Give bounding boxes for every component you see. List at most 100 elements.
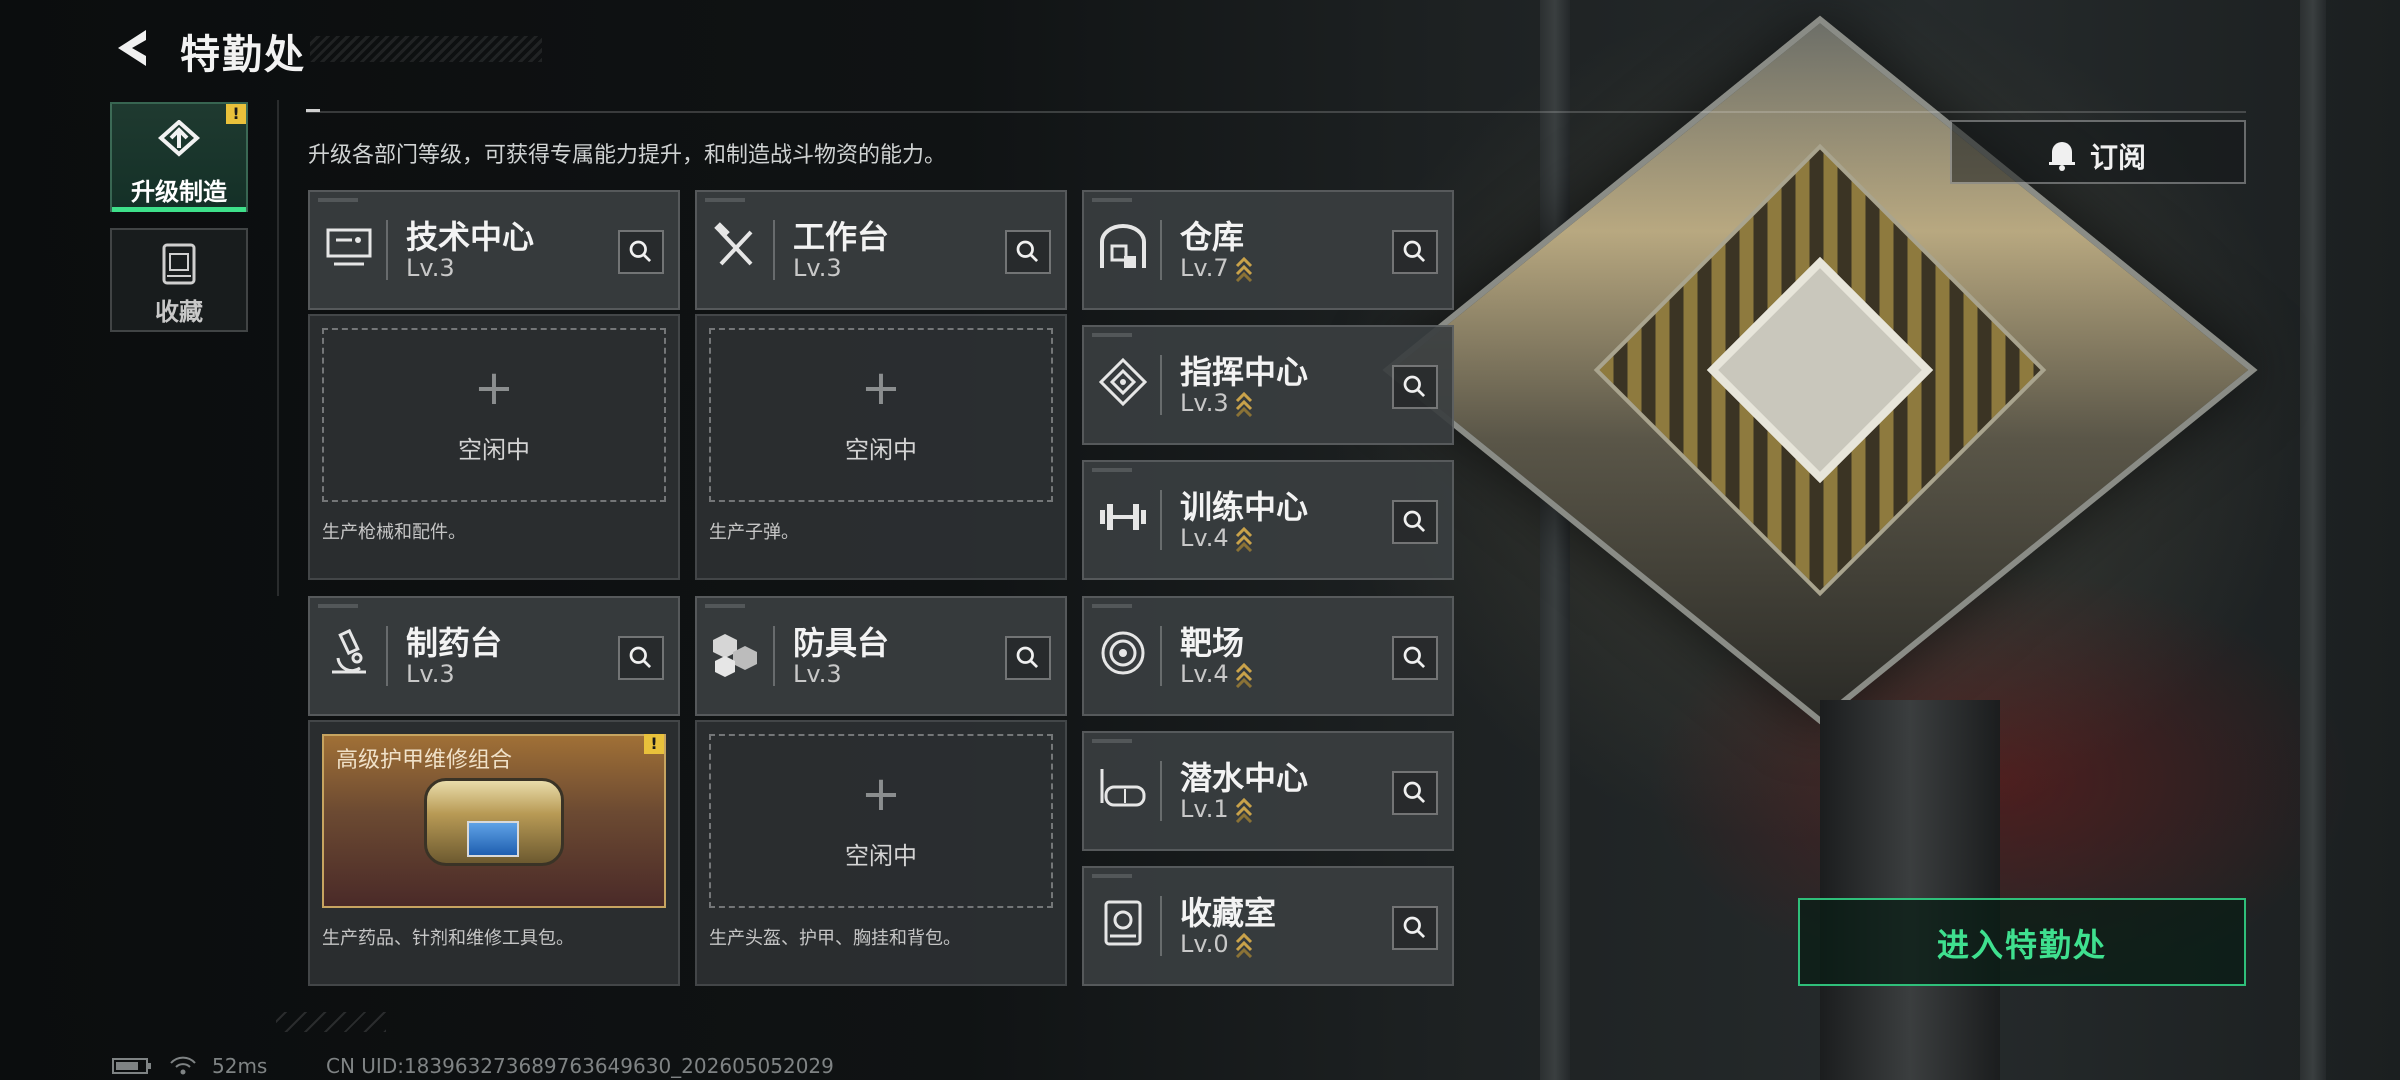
slot-status: 空闲中 — [458, 436, 530, 464]
warning-badge: ! — [644, 734, 664, 754]
title-decoration — [310, 36, 542, 62]
plus-icon: + — [473, 360, 515, 416]
card-decoration — [1092, 468, 1132, 472]
search-icon[interactable] — [1392, 500, 1438, 544]
warehouse-icon — [1100, 224, 1146, 268]
card-separator — [386, 626, 388, 686]
enter-button-label: 进入特勤处 — [1936, 926, 2107, 964]
bag-panel — [467, 821, 519, 857]
dept-level-text: Lv.3 — [1180, 389, 1229, 417]
dept-level-text: Lv.7 — [1180, 254, 1229, 282]
card-decoration — [705, 198, 745, 202]
search-icon[interactable] — [1392, 636, 1438, 680]
card-separator — [386, 220, 388, 280]
tab-label: 收藏 — [155, 298, 203, 326]
enter-special-ops-button[interactable]: 进入特勤处 — [1798, 898, 2246, 986]
dept-card-command-center[interactable]: 指挥中心 Lv.3 — [1082, 325, 1454, 445]
dept-card-armor-bench[interactable]: 防具台 Lv.3 — [695, 596, 1067, 716]
sidebar-divider — [277, 100, 279, 596]
search-icon[interactable] — [1392, 771, 1438, 815]
production-slot-tech-center[interactable]: + 空闲中 生产枪械和配件。 — [308, 314, 680, 580]
dept-name: 仓库 — [1180, 218, 1245, 256]
dept-card-diving-center[interactable]: 潜水中心 Lv.1 — [1082, 731, 1454, 851]
dept-level-text: Lv.0 — [1180, 930, 1229, 958]
dept-card-training-center[interactable]: 训练中心 Lv.4 — [1082, 460, 1454, 580]
search-icon[interactable] — [618, 230, 664, 274]
warning-badge: ! — [226, 104, 246, 124]
dept-name: 指挥中心 — [1180, 353, 1309, 391]
microscope-icon — [332, 628, 366, 674]
production-slot-workbench[interactable]: + 空闲中 生产子弹。 — [695, 314, 1067, 580]
card-decoration — [318, 198, 358, 202]
upgrade-craft-icon — [157, 120, 201, 157]
collection-cabinet-icon — [1104, 900, 1142, 946]
dept-level: Lv.3 — [406, 254, 455, 282]
search-icon[interactable] — [1392, 906, 1438, 950]
plus-icon: + — [860, 360, 902, 416]
tab-collection[interactable]: 收藏 — [110, 228, 248, 332]
card-decoration — [1092, 604, 1132, 608]
crafting-item-card[interactable]: 高级护甲维修组合 ! — [322, 734, 666, 908]
plus-icon: + — [860, 766, 902, 822]
production-slot-pharmacy[interactable]: 高级护甲维修组合 ! 生产药品、针剂和维修工具包。 — [308, 720, 680, 986]
dept-level: Lv.4 — [1180, 660, 1253, 688]
divider — [306, 111, 2246, 113]
dept-level-text: Lv.1 — [1180, 795, 1229, 823]
dept-level: Lv.3 — [406, 660, 455, 688]
upgrade-available-icon — [1235, 526, 1252, 552]
dumbbell-icon — [1100, 504, 1146, 530]
diving-mask-icon — [1100, 769, 1146, 807]
search-icon[interactable] — [1005, 636, 1051, 680]
divider-accent — [306, 109, 320, 112]
dept-card-warehouse[interactable]: 仓库 Lv.7 — [1082, 190, 1454, 310]
subscribe-button[interactable]: 订阅 — [1950, 120, 2246, 184]
dept-description: 生产子弹。 — [709, 522, 799, 543]
dept-card-pharmacy[interactable]: 制药台 Lv.3 — [308, 596, 680, 716]
card-separator — [1160, 490, 1162, 550]
card-separator — [1160, 355, 1162, 415]
search-icon[interactable] — [1392, 365, 1438, 409]
dept-description: 生产药品、针剂和维修工具包。 — [322, 928, 574, 949]
computer-icon — [326, 228, 372, 266]
bell-icon — [2049, 142, 2075, 171]
page-title: 特勤处 — [180, 32, 306, 78]
armor-repair-kit-image — [424, 778, 564, 866]
dept-card-workbench[interactable]: 工作台 Lv.3 — [695, 190, 1067, 310]
card-separator — [1160, 220, 1162, 280]
dept-name: 制药台 — [406, 624, 503, 662]
tab-upgrade-craft[interactable]: 升级制造 ! — [110, 102, 248, 212]
card-decoration — [1092, 333, 1132, 337]
card-decoration — [1092, 739, 1132, 743]
search-icon[interactable] — [1005, 230, 1051, 274]
upgrade-available-icon — [1235, 391, 1252, 417]
dept-level: Lv.4 — [1180, 524, 1253, 552]
dept-name: 技术中心 — [406, 218, 535, 256]
command-diamond-icon — [1098, 357, 1148, 407]
dept-description: 生产头盔、护甲、胸挂和背包。 — [709, 928, 961, 949]
card-separator — [773, 626, 775, 686]
production-slot-armor-bench[interactable]: + 空闲中 生产头盔、护甲、胸挂和背包。 — [695, 720, 1067, 986]
tab-label: 升级制造 — [131, 178, 227, 206]
slot-status: 空闲中 — [845, 436, 917, 464]
dept-description: 生产枪械和配件。 — [322, 522, 466, 543]
dept-card-tech-center[interactable]: 技术中心 Lv.3 — [308, 190, 680, 310]
background-pillar — [2300, 0, 2326, 1080]
dept-level: Lv.3 — [1180, 389, 1253, 417]
upgrade-available-icon — [1235, 932, 1252, 958]
dept-card-collection-room[interactable]: 收藏室 Lv.0 — [1082, 866, 1454, 986]
dept-name: 靶场 — [1180, 624, 1245, 662]
search-icon[interactable] — [618, 636, 664, 680]
back-arrow-icon[interactable] — [112, 26, 152, 70]
search-icon[interactable] — [1392, 230, 1438, 274]
battery-icon — [112, 1058, 151, 1074]
upgrade-available-icon — [1235, 797, 1252, 823]
cube-base-column — [1820, 700, 2000, 1080]
dept-level-text: Lv.4 — [1180, 524, 1229, 552]
dept-name: 训练中心 — [1180, 488, 1309, 526]
subscribe-label: 订阅 — [2090, 141, 2147, 174]
card-decoration — [1092, 874, 1132, 878]
page-subtitle: 升级各部门等级，可获得专属能力提升，和制造战斗物资的能力。 — [308, 143, 947, 168]
wifi-icon — [170, 1056, 196, 1075]
upgrade-available-icon — [1235, 662, 1252, 688]
dept-card-shooting-range[interactable]: 靶场 Lv.4 — [1082, 596, 1454, 716]
